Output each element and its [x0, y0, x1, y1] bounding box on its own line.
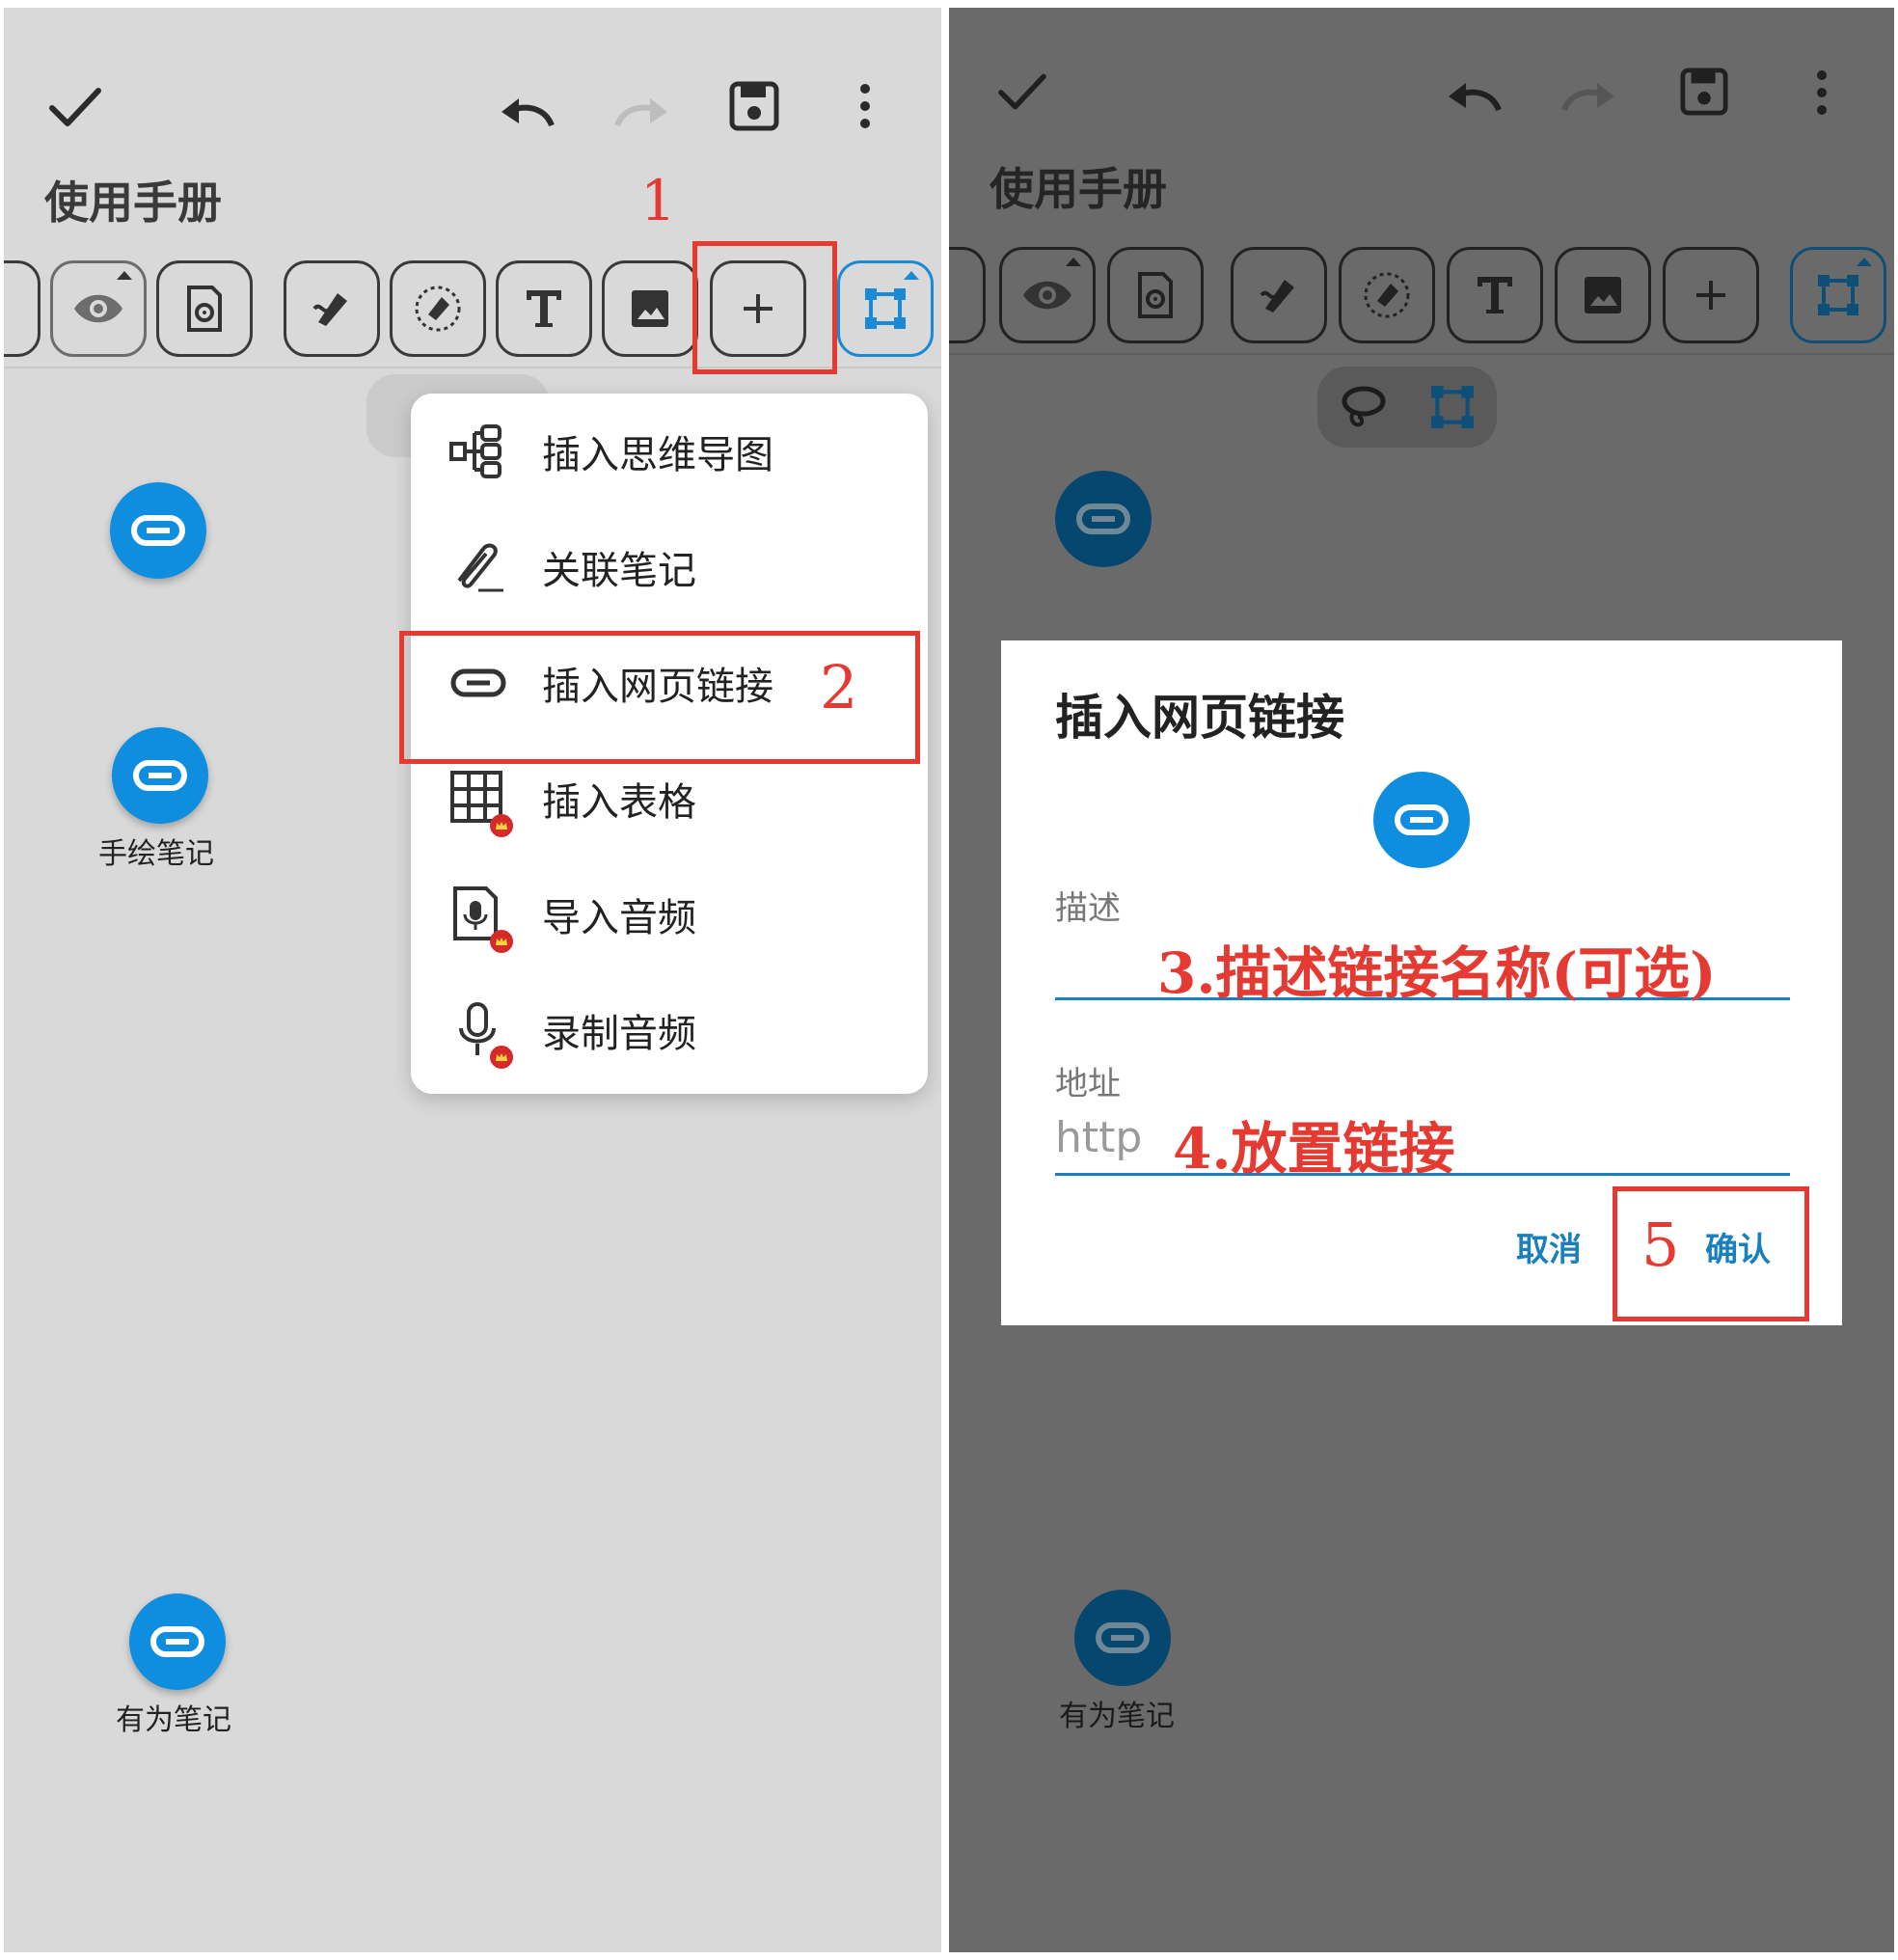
page-title: 使用手册: [990, 163, 1167, 215]
menu-item-import-audio[interactable]: 导入音频: [411, 857, 928, 972]
eraser-button[interactable]: [1339, 247, 1435, 343]
annotation-step-3: 3.描述链接名称(可选): [1157, 940, 1717, 1006]
menu-item-label: 录制音频: [542, 1012, 696, 1056]
cancel-button[interactable]: 取消: [1516, 1223, 1582, 1270]
right-screenshot-panel: 使用手册 有为笔记 插入网页链接 描述 地址 http 取消 确认 3.描述链接…: [949, 8, 1894, 1952]
text-button[interactable]: [1447, 247, 1543, 343]
redo-icon[interactable]: [613, 93, 671, 131]
selection-mode-pill: [1317, 367, 1497, 448]
settings-doc-button[interactable]: [156, 260, 253, 357]
description-label: 描述: [1055, 889, 1121, 928]
menu-item-record-audio[interactable]: 录制音频: [411, 972, 928, 1088]
link-icon: [133, 760, 187, 791]
lasso-icon[interactable]: [1341, 384, 1387, 432]
annotation-step-5: 5: [1641, 1210, 1680, 1280]
text-icon: [1476, 275, 1514, 315]
toolbar-divider: [949, 353, 1894, 355]
eraser-icon: [413, 284, 463, 334]
link-node[interactable]: [112, 727, 208, 824]
image-icon: [630, 288, 670, 329]
text-icon: [525, 288, 563, 329]
text-button[interactable]: [496, 260, 592, 357]
premium-crown-icon: [490, 1046, 513, 1069]
view-mode-button[interactable]: [50, 260, 147, 357]
menu-item-insert-mindmap[interactable]: 插入思维导图: [411, 394, 928, 509]
select-frame-button[interactable]: [837, 260, 934, 357]
toolbar: [949, 233, 1894, 355]
address-label: 地址: [1055, 1065, 1121, 1103]
save-icon[interactable]: [729, 81, 779, 131]
select-frame-button[interactable]: [1790, 247, 1886, 343]
link-node-label: 有为笔记: [116, 1703, 231, 1737]
save-icon[interactable]: [1680, 68, 1728, 116]
page-title: 使用手册: [44, 177, 222, 229]
mindmap-icon: [449, 422, 507, 480]
annotation-step-2: 2: [820, 652, 858, 722]
menu-item-label: 插入表格: [542, 780, 696, 825]
link-icon: [1076, 504, 1130, 534]
link-node[interactable]: [110, 482, 206, 579]
link-node-label: 手绘笔记: [98, 837, 214, 871]
annotation-step-4: 4.放置链接: [1173, 1116, 1455, 1182]
frame-select-icon: [863, 286, 908, 331]
view-mode-button[interactable]: [999, 247, 1096, 343]
image-button[interactable]: [1555, 247, 1651, 343]
check-icon[interactable]: [46, 83, 104, 131]
undo-icon[interactable]: [1445, 77, 1503, 116]
menu-item-related-note[interactable]: 关联笔记: [411, 509, 928, 625]
annotation-step-1: 1: [640, 168, 676, 233]
redo-icon[interactable]: [1560, 77, 1618, 116]
plus-icon: [1695, 279, 1727, 312]
eraser-icon: [1362, 270, 1412, 320]
dialog-title: 插入网页链接: [1055, 690, 1344, 746]
paperclip-icon: [449, 538, 507, 596]
link-icon-badge: [1373, 772, 1470, 868]
eye-icon: [72, 292, 124, 325]
frame-select-icon[interactable]: [1429, 384, 1476, 430]
eraser-button[interactable]: [390, 260, 486, 357]
link-node[interactable]: [1055, 471, 1152, 567]
menu-item-label: 导入音频: [542, 896, 696, 940]
menu-item-label: 关联笔记: [542, 549, 696, 593]
link-icon: [131, 515, 185, 546]
frame-select-icon: [1816, 273, 1860, 317]
premium-crown-icon: [490, 814, 513, 837]
link-node[interactable]: [1074, 1590, 1171, 1686]
insert-plus-button[interactable]: [1663, 247, 1759, 343]
menu-item-label: 插入思维导图: [542, 433, 773, 477]
pen-button[interactable]: [284, 260, 380, 357]
address-input[interactable]: http: [1055, 1113, 1142, 1162]
link-icon: [1395, 804, 1449, 835]
premium-crown-icon: [490, 930, 513, 953]
left-screenshot-panel: 使用手册 手绘笔记 有为笔记 插入思维导图 关联笔记 插入网页链接 插入表格 导…: [4, 8, 941, 1952]
settings-doc-button[interactable]: [1107, 247, 1204, 343]
image-icon: [1583, 275, 1623, 315]
toolbar-button-partial[interactable]: [4, 260, 41, 357]
link-icon: [1096, 1622, 1150, 1653]
pen-icon: [311, 287, 353, 330]
eye-icon: [1021, 279, 1073, 312]
toolbar-button-partial[interactable]: [949, 247, 986, 343]
link-node-label: 有为笔记: [1059, 1700, 1175, 1733]
more-vert-icon[interactable]: [1815, 69, 1829, 116]
annotation-box-plus: [692, 241, 837, 374]
pen-button[interactable]: [1231, 247, 1327, 343]
link-node[interactable]: [129, 1593, 226, 1690]
more-vert-icon[interactable]: [858, 83, 872, 129]
link-icon: [150, 1626, 204, 1657]
undo-icon[interactable]: [498, 93, 556, 131]
image-button[interactable]: [602, 260, 698, 357]
check-icon[interactable]: [995, 69, 1049, 114]
doc-settings-icon: [185, 286, 224, 332]
pen-icon: [1258, 274, 1300, 316]
doc-settings-icon: [1136, 272, 1175, 318]
